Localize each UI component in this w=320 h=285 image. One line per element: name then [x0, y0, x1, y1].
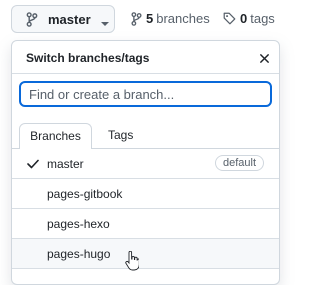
default-badge: default: [215, 155, 265, 171]
branch-filter-input[interactable]: [19, 81, 272, 107]
hand-cursor-icon: [125, 250, 140, 276]
branch-name: master: [47, 157, 84, 171]
tab-branches[interactable]: Branches: [19, 123, 92, 149]
tab-tags[interactable]: Tags: [108, 123, 133, 149]
branch-name: pages-hexo: [47, 217, 110, 231]
caret-down-icon: [101, 15, 109, 30]
tags-count: 0: [240, 11, 248, 26]
dropdown-title: Switch branches/tags: [26, 51, 150, 65]
close-icon[interactable]: [259, 51, 270, 69]
branch-name: pages-gitbook: [47, 187, 123, 201]
branches-count: 5: [146, 11, 154, 26]
branch-item-pages-hugo[interactable]: pages-hugo: [12, 239, 279, 269]
branches-link[interactable]: 5 branches: [131, 11, 210, 26]
tag-icon: [223, 12, 236, 25]
check-icon: [27, 158, 39, 172]
tags-link[interactable]: 0 tags: [223, 11, 275, 26]
dropdown-tabs: Branches Tags: [12, 123, 279, 149]
dropdown-header: Switch branches/tags: [12, 41, 279, 74]
branches-label: branches: [156, 11, 210, 26]
current-branch-label: master: [48, 12, 91, 27]
tags-label: tags: [250, 11, 275, 26]
branch-switcher-dropdown: Switch branches/tags Branches Tags maste…: [11, 40, 280, 285]
git-branch-icon: [26, 12, 38, 30]
branch-item-pages-gitbook[interactable]: pages-gitbook: [12, 179, 279, 209]
branch-select-button[interactable]: master: [11, 5, 115, 33]
branch-item-pages-hexo[interactable]: pages-hexo: [12, 209, 279, 239]
repo-toolbar: master 5 branches 0 tags: [0, 0, 287, 40]
git-branch-icon: [131, 11, 142, 26]
branch-item-master[interactable]: master default: [12, 149, 279, 179]
branch-name: pages-hugo: [47, 247, 111, 261]
